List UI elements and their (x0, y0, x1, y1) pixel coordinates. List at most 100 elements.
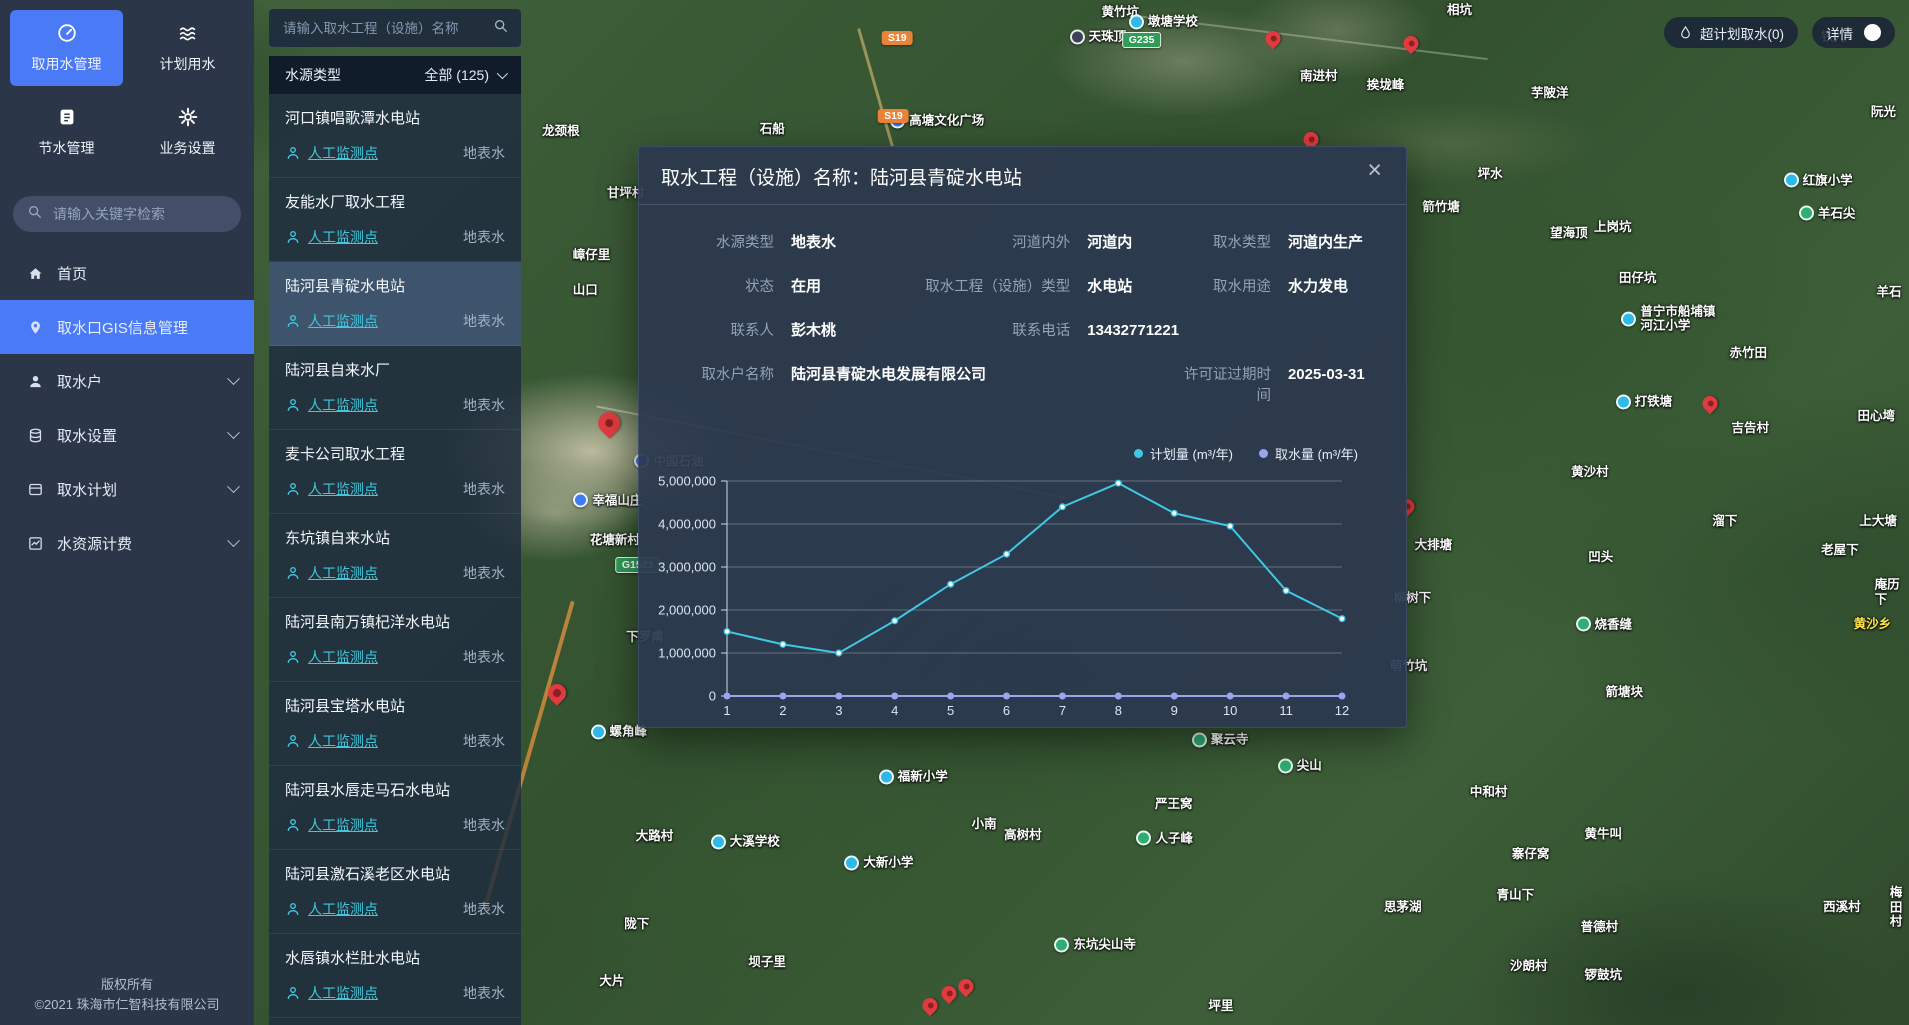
usage-chart[interactable]: 01,000,0002,000,0003,000,0004,000,0005,0… (647, 469, 1356, 721)
list-item[interactable]: 陆河县南万镇杞洋水电站 人工监测点 地表水 (269, 598, 521, 682)
list-item[interactable]: 友能水厂取水工程 人工监测点 地表水 (269, 178, 521, 262)
project-search-input[interactable] (281, 20, 493, 37)
sidebar-search-input[interactable] (51, 205, 227, 223)
list-item[interactable]: 河口镇唱歌潭水电站 人工监测点 地表水 (269, 94, 521, 178)
poi-dot-icon (1054, 938, 1069, 953)
map-label: 芋陂洋 (1531, 86, 1569, 100)
sidebar-item-label: 水资源计费 (57, 533, 132, 554)
detail-toggle[interactable]: 详情 (1812, 17, 1895, 48)
list-item[interactable]: 陆河县自来水厂 人工监测点 地表水 (269, 346, 521, 430)
sidebar-item-5[interactable]: 水资源计费 (0, 516, 254, 570)
legend-dot-icon (1259, 449, 1268, 458)
list-item[interactable]: 陆河县青碇水电站 人工监测点 地表水 (269, 262, 521, 346)
field-label: 水源类型 (669, 231, 774, 252)
search-icon[interactable] (493, 18, 509, 39)
project-search[interactable] (269, 9, 521, 47)
intake-name: 陆河县自来水厂 (285, 359, 505, 380)
map-poi-marker[interactable]: 尖山 (1278, 758, 1322, 773)
map-label: 阮光 (1871, 105, 1896, 119)
module-tab-3[interactable]: 业务设置 (131, 94, 244, 170)
map-label: 思茅湖 (1384, 900, 1422, 914)
field-label: 取水类型 (1171, 231, 1271, 252)
field-label: 取水用途 (1171, 275, 1271, 296)
sidebar-item-4[interactable]: 取水计划 (0, 462, 254, 516)
map-label: 大路村 (636, 829, 674, 843)
over-plan-intake-button[interactable]: 超计划取水(0) (1664, 17, 1798, 48)
map-poi-marker[interactable]: 大新小学 (844, 856, 913, 871)
chevron-down-icon (227, 534, 240, 547)
intake-name: 陆河县激石溪老区水电站 (285, 863, 505, 884)
map-poi-marker[interactable]: 人子峰 (1136, 831, 1193, 846)
map-poi-marker[interactable]: 羊石尖 (1799, 206, 1856, 221)
person-icon (285, 733, 301, 749)
map-poi-marker[interactable]: 福新小学 (879, 769, 948, 784)
monitor-link[interactable]: 人工监测点 (308, 479, 378, 499)
poi-label: 大溪学校 (730, 834, 780, 848)
monitor-link[interactable]: 人工监测点 (308, 899, 378, 919)
map-poi-marker[interactable]: 幸福山庄 (573, 493, 642, 508)
map-label: 小南 (972, 817, 997, 831)
poi-dot-icon (1621, 311, 1636, 326)
monitor-link[interactable]: 人工监测点 (308, 143, 378, 163)
field-value: 陆河县青碇水电发展有限公司 (791, 363, 986, 384)
map-pin-icon[interactable] (1700, 393, 1721, 414)
detail-field: 取水类型 河道内生产 (1171, 231, 1376, 252)
close-icon[interactable]: × (1367, 158, 1382, 183)
intake-name: 麦卡公司取水工程 (285, 443, 505, 464)
sidebar-search[interactable] (13, 196, 241, 232)
map-poi-marker[interactable]: 天珠顶 (1070, 29, 1127, 44)
map-pin-icon[interactable] (919, 995, 940, 1016)
map-poi-marker[interactable]: 聚云寺 (1192, 733, 1249, 748)
chevron-down-icon (497, 68, 508, 79)
map-pin-icon[interactable] (955, 976, 976, 997)
sidebar-item-1[interactable]: 取水口GIS信息管理 (0, 300, 254, 354)
map-poi-marker[interactable]: 打铁塘 (1616, 394, 1673, 409)
legend-item-0[interactable]: 计划量 (m³/年) (1134, 444, 1233, 463)
monitor-link[interactable]: 人工监测点 (308, 227, 378, 247)
map-poi-marker[interactable]: 红旗小学 (1784, 173, 1853, 188)
monitor-link[interactable]: 人工监测点 (308, 647, 378, 667)
monitor-link[interactable]: 人工监测点 (308, 311, 378, 331)
map-poi-marker[interactable]: 烧香缝 (1576, 617, 1633, 632)
monitor-link[interactable]: 人工监测点 (308, 563, 378, 583)
list-item[interactable]: 陆河县水唇走马石水电站 人工监测点 地表水 (269, 766, 521, 850)
module-tab-0[interactable]: 取用水管理 (10, 10, 123, 86)
poi-dot-icon (1616, 394, 1631, 409)
monitor-link[interactable]: 人工监测点 (308, 731, 378, 751)
map-poi-marker[interactable]: 东坑尖山寺 (1054, 938, 1136, 953)
module-tab-2[interactable]: 节水管理 (10, 94, 123, 170)
map-poi-marker[interactable]: 墩塘学校 (1129, 14, 1198, 29)
field-value: 河道内 (1087, 231, 1132, 252)
list-item[interactable]: 麦卡公司取水工程 人工监测点 地表水 (269, 430, 521, 514)
map-poi-marker[interactable]: 大溪学校 (711, 834, 780, 849)
gear-icon (177, 106, 199, 131)
map-poi-marker[interactable]: 普宁市船埔镇 河江小学 (1621, 304, 1715, 333)
poi-label: 高塘文化广场 (909, 114, 984, 128)
sidebar-item-3[interactable]: 取水设置 (0, 408, 254, 462)
monitor-link[interactable]: 人工监测点 (308, 815, 378, 835)
legend-label: 计划量 (m³/年) (1150, 444, 1233, 463)
list-item[interactable]: 陆河县宝塔水电站 人工监测点 地表水 (269, 682, 521, 766)
poi-label: 打铁塘 (1635, 395, 1673, 409)
water-source-filter[interactable]: 水源类型 全部 (125) (269, 56, 521, 94)
sidebar-item-0[interactable]: 首页 (0, 246, 254, 300)
map-pin-icon[interactable] (938, 983, 959, 1004)
monitor-link[interactable]: 人工监测点 (308, 395, 378, 415)
list-item[interactable]: 东坑镇自来水站 人工监测点 地表水 (269, 514, 521, 598)
toggle-knob[interactable] (1864, 24, 1881, 41)
field-value: 水电站 (1087, 275, 1132, 296)
list-item[interactable]: 陆河县激石溪老区水电站 人工监测点 地表水 (269, 850, 521, 934)
person-icon (285, 145, 301, 161)
map-label: 赤竹田 (1730, 345, 1768, 359)
map-label: 溜下 (1712, 514, 1737, 528)
monitor-link[interactable]: 人工监测点 (308, 983, 378, 1003)
svg-text:6: 6 (1003, 703, 1010, 718)
module-tab-1[interactable]: 计划用水 (131, 10, 244, 86)
water-type: 地表水 (463, 731, 505, 751)
list-item[interactable]: 水唇镇水栏肚水电站 人工监测点 地表水 (269, 934, 521, 1018)
map-label: 箭竹塘 (1422, 200, 1460, 214)
sidebar-item-2[interactable]: 取水户 (0, 354, 254, 408)
copyright-line2: ©2021 珠海市仁智科技有限公司 (0, 995, 254, 1015)
legend-item-1[interactable]: 取水量 (m³/年) (1259, 444, 1358, 463)
field-value: 彭木桃 (791, 319, 836, 340)
